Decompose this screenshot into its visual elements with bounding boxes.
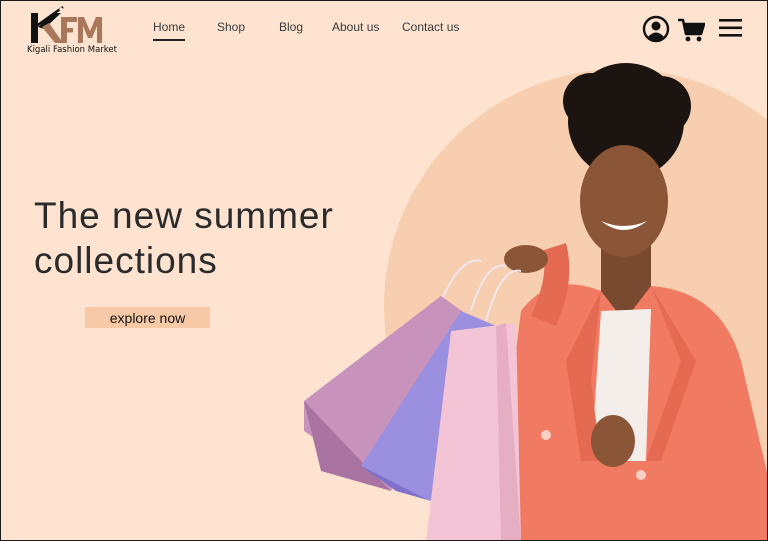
hero-title-line-2: collections: [34, 240, 218, 281]
shopping-cart-icon[interactable]: [677, 17, 706, 43]
nav-item-blog[interactable]: Blog: [279, 20, 303, 34]
landing-page: Kigali Fashion Market Home Shop Blog Abo…: [0, 0, 768, 541]
explore-now-button[interactable]: explore now: [85, 307, 210, 328]
nav-item-contact-us[interactable]: Contact us: [402, 20, 459, 34]
brand-name: Kigali Fashion Market: [27, 45, 117, 55]
nav-item-about-us[interactable]: About us: [332, 20, 379, 34]
hero-model-image: [304, 63, 767, 540]
kfm-logo-mark: [31, 6, 102, 43]
brand-logo[interactable]: Kigali Fashion Market: [25, 5, 125, 57]
user-account-icon[interactable]: [642, 15, 670, 43]
nav-item-home[interactable]: Home: [153, 20, 186, 41]
nav-item-shop[interactable]: Shop: [217, 20, 245, 34]
hero-title-line-1: The new summer: [34, 195, 334, 236]
hamburger-menu-icon[interactable]: [719, 18, 743, 38]
